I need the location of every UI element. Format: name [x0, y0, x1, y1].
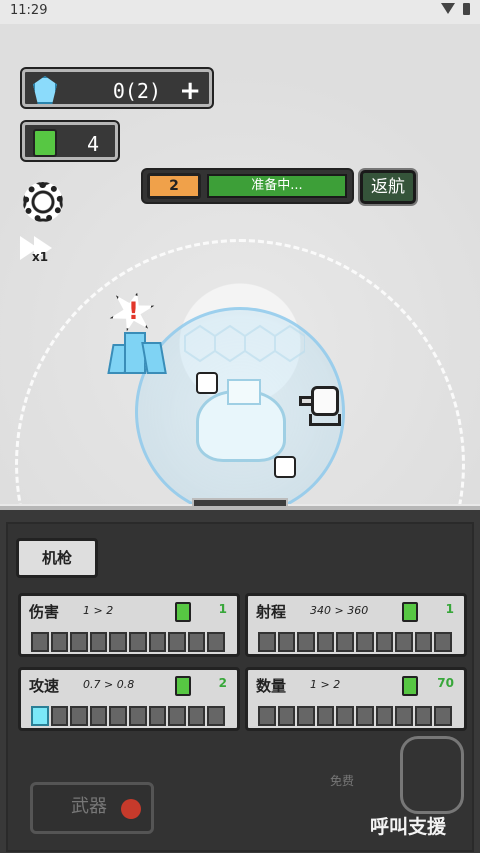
stat-segment — [434, 706, 452, 726]
stat-segment — [50, 706, 69, 726]
stat-segment — [89, 706, 108, 726]
stat-change: 0.7 > 0.8 — [83, 678, 135, 691]
stat-segment — [128, 632, 147, 652]
soldier-icon[interactable] — [400, 736, 464, 814]
wave-panel: 2 准备中... — [143, 170, 352, 202]
free-label: 免费 — [330, 774, 355, 788]
stat-card-damage[interactable]: 伤害 1 > 2 1 — [18, 593, 240, 657]
can-icon — [402, 676, 418, 696]
alert-mark: ! — [128, 297, 139, 325]
home-base — [196, 379, 286, 462]
stat-segment — [297, 706, 315, 726]
wave-number: 2 — [147, 173, 201, 199]
stat-segment — [89, 632, 108, 652]
stat-segment — [434, 632, 452, 652]
stat-segment — [355, 706, 374, 726]
stat-segment — [336, 706, 354, 726]
stat-segment — [31, 632, 49, 652]
stat-card-attack-speed[interactable]: 攻速 0.7 > 0.8 2 — [18, 667, 240, 731]
stat-segment — [258, 632, 276, 652]
stat-segment — [207, 706, 225, 726]
crystal-cluster — [107, 328, 168, 374]
stat-progress — [31, 706, 225, 726]
speed-label: x1 — [32, 250, 49, 264]
stat-segment — [168, 632, 186, 652]
stat-segment — [316, 706, 335, 726]
weapon-tab[interactable]: 机枪 — [16, 538, 98, 578]
can-value: 4 — [86, 132, 99, 156]
stat-name: 射程 — [256, 603, 287, 621]
notification-dot — [121, 799, 141, 819]
stat-segment — [187, 706, 206, 726]
battery-icon — [463, 3, 470, 15]
stat-progress — [258, 706, 452, 726]
stat-segment — [258, 706, 276, 726]
wave-status: 准备中... — [251, 178, 303, 193]
stat-segment — [187, 632, 206, 652]
stat-segment — [50, 632, 69, 652]
stat-segment — [277, 706, 296, 726]
call-support-label[interactable]: 呼叫支援 — [370, 812, 446, 839]
stat-segment — [336, 632, 354, 652]
status-time: 11:29 — [10, 3, 48, 18]
can-icon — [33, 129, 57, 157]
stat-change: 1 > 2 — [310, 678, 341, 691]
enemy-turret — [299, 386, 341, 428]
stat-cost: 70 — [437, 676, 454, 690]
stat-cost: 1 — [445, 602, 454, 616]
stat-segment — [31, 706, 49, 726]
stat-segment — [128, 706, 147, 726]
wifi-icon — [441, 3, 455, 14]
stat-segment — [109, 706, 127, 726]
stat-progress — [258, 632, 452, 652]
stat-segment — [414, 706, 433, 726]
stat-segment — [148, 632, 167, 652]
return-button[interactable]: 返航 — [360, 170, 416, 204]
stat-cost: 1 — [218, 602, 227, 616]
stat-segment — [70, 632, 88, 652]
speed-icon[interactable]: x1 — [20, 234, 66, 270]
can-icon — [175, 602, 191, 622]
stat-change: 340 > 360 — [310, 604, 369, 617]
stat-segment — [395, 706, 413, 726]
stat-segment — [168, 706, 186, 726]
wave-progress-bar: 准备中... — [207, 174, 347, 198]
add-crystal-button[interactable]: + — [179, 76, 201, 106]
stat-segment — [375, 632, 394, 652]
stat-name: 攻速 — [29, 677, 60, 695]
stat-segment — [70, 706, 88, 726]
stat-name: 伤害 — [29, 603, 60, 621]
stat-card-range[interactable]: 射程 340 > 360 1 — [245, 593, 467, 657]
stat-segment — [148, 706, 167, 726]
stat-name: 数量 — [256, 677, 287, 695]
ally-unit — [196, 372, 218, 394]
status-icons — [441, 3, 470, 15]
stat-progress — [31, 632, 225, 652]
stat-segment — [355, 632, 374, 652]
stat-segment — [375, 706, 394, 726]
stat-segment — [277, 632, 296, 652]
gear-icon[interactable] — [23, 182, 63, 222]
weapons-button[interactable]: 武器 — [30, 782, 154, 834]
stat-segment — [109, 632, 127, 652]
weapons-label: 武器 — [71, 796, 107, 817]
stat-card-quantity[interactable]: 数量 1 > 2 70 — [245, 667, 467, 731]
can-icon — [175, 676, 191, 696]
status-bar: 11:29 — [0, 0, 480, 24]
can-counter: 4 — [22, 122, 118, 160]
stat-segment — [297, 632, 315, 652]
crystal-value: 0(2) — [112, 79, 161, 103]
stat-segment — [395, 632, 413, 652]
crystal-icon — [33, 76, 57, 104]
dome-hex-grid — [184, 324, 305, 363]
stat-cost: 2 — [218, 676, 227, 690]
stat-segment — [207, 632, 225, 652]
can-icon — [402, 602, 418, 622]
crystal-counter[interactable]: 0(2) + — [22, 69, 212, 107]
ally-unit — [274, 456, 296, 478]
stat-segment — [414, 632, 433, 652]
stat-change: 1 > 2 — [83, 604, 114, 617]
stat-segment — [316, 632, 335, 652]
